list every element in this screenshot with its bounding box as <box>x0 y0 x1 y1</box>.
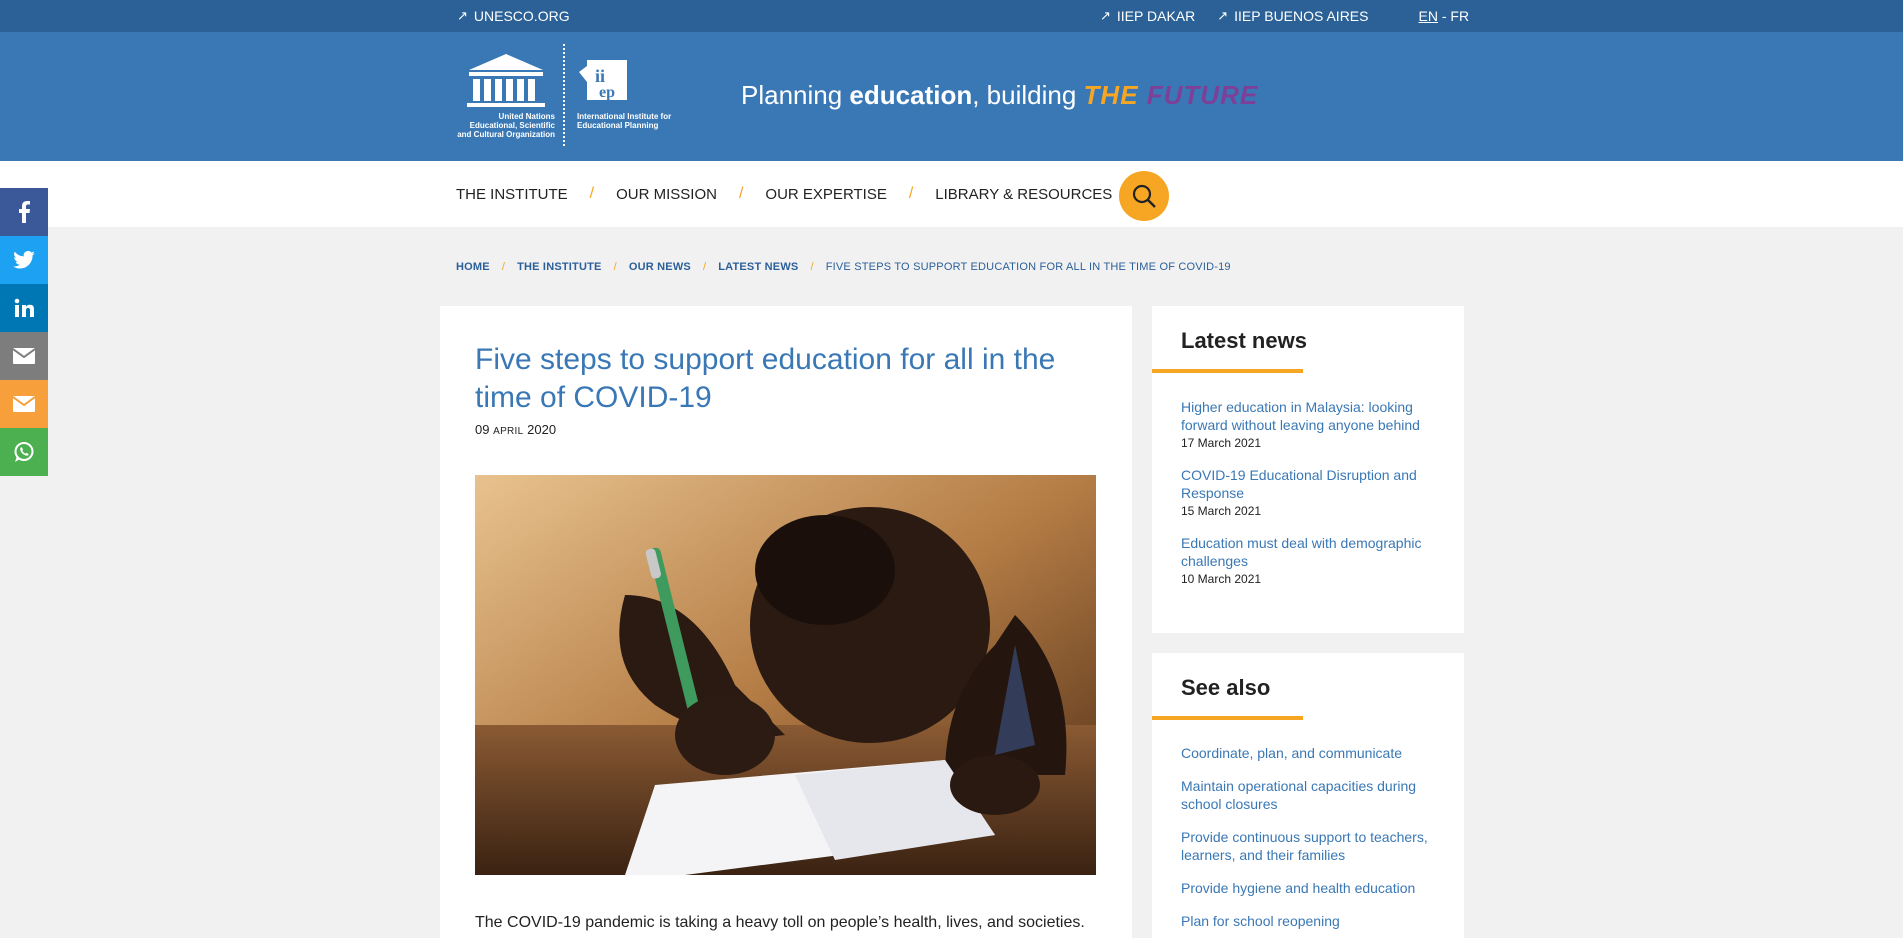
email-icon <box>13 348 35 364</box>
heading-underline <box>1152 369 1303 373</box>
see-also-link[interactable]: Maintain operational capacities during s… <box>1181 777 1446 813</box>
latest-news-link[interactable]: Higher education in Malaysia: looking fo… <box>1181 398 1441 434</box>
see-also-link[interactable]: Coordinate, plan, and communicate <box>1181 744 1446 762</box>
article-title: Five steps to support education for all … <box>475 343 1056 414</box>
nav-separator: / <box>908 185 914 202</box>
iiep-dakar-link[interactable]: ↗ IIEP DAKAR <box>1100 8 1195 24</box>
article-date: 09 APRIL 2020 <box>475 422 556 437</box>
see-also-card: See also Coordinate, plan, and communica… <box>1152 653 1464 938</box>
breadcrumb-separator: / <box>702 261 707 273</box>
twitter-icon <box>13 251 35 269</box>
iiep-caption: International Institute for Educational … <box>577 112 672 130</box>
social-share-sidebar <box>0 188 48 476</box>
nav-separator: / <box>738 185 744 202</box>
twitter-share-button[interactable] <box>0 236 48 284</box>
latest-news-link[interactable]: Education must deal with demographic cha… <box>1181 534 1441 570</box>
facebook-icon <box>19 201 30 223</box>
svg-text:ep: ep <box>599 84 615 101</box>
mail-orange-icon <box>13 396 35 412</box>
nav-item-the-institute[interactable]: THE INSTITUTE <box>456 186 568 203</box>
iiep-dakar-label: IIEP DAKAR <box>1116 8 1196 24</box>
breadcrumb-the-institute[interactable]: THE INSTITUTE <box>517 261 602 273</box>
latest-news-card: Latest news Higher education in Malaysia… <box>1152 306 1464 633</box>
latest-news-date: 10 March 2021 <box>1181 572 1262 586</box>
nav-items: THE INSTITUTE / OUR MISSION / OUR EXPERT… <box>456 185 1112 203</box>
site-tagline: Planning education, building THE FUTURE <box>741 80 1258 111</box>
search-button[interactable] <box>1119 171 1169 221</box>
tagline-future: THE FUTURE <box>1084 80 1259 110</box>
list-item: COVID-19 Educational Disruption and Resp… <box>1181 466 1441 518</box>
nav-separator: / <box>589 185 595 202</box>
latest-news-date: 15 March 2021 <box>1181 504 1262 518</box>
whatsapp-share-button[interactable] <box>0 428 48 476</box>
mail-share-button[interactable] <box>0 380 48 428</box>
linkedin-icon <box>14 298 34 317</box>
top-right-links: ↗ IIEP DAKAR ↗ IIEP BUENOS AIRES EN - FR <box>1100 8 1469 24</box>
article-body: The COVID-19 pandemic is taking a heavy … <box>475 914 1085 931</box>
article-date-month: APRIL <box>493 426 524 437</box>
email-share-button[interactable] <box>0 332 48 380</box>
see-also-link[interactable]: Provide hygiene and health education <box>1181 879 1446 897</box>
svg-text:ii: ii <box>595 66 605 86</box>
nav-item-our-mission[interactable]: OUR MISSION <box>616 186 717 203</box>
lang-separator: - <box>1441 8 1447 24</box>
article-card: Five steps to support education for all … <box>440 306 1132 938</box>
article-date-year: 2020 <box>527 422 557 437</box>
linkedin-share-button[interactable] <box>0 284 48 332</box>
search-icon <box>1132 184 1156 208</box>
latest-news-link[interactable]: COVID-19 Educational Disruption and Resp… <box>1181 466 1441 502</box>
see-also-heading: See also <box>1181 675 1271 700</box>
iiep-buenos-aires-label: IIEP BUENOS AIRES <box>1234 8 1369 24</box>
see-also-link[interactable]: Provide continuous support to teachers, … <box>1181 828 1446 864</box>
lang-en-link[interactable]: EN <box>1419 8 1438 24</box>
main-navigation: THE INSTITUTE / OUR MISSION / OUR EXPERT… <box>0 161 1903 227</box>
breadcrumb-latest-news[interactable]: LATEST NEWS <box>718 261 798 273</box>
facebook-share-button[interactable] <box>0 188 48 236</box>
breadcrumb-home[interactable]: HOME <box>456 261 490 273</box>
girl-writing-illustration <box>475 475 1096 875</box>
unesco-link-label: UNESCO.ORG <box>473 8 570 24</box>
latest-news-heading: Latest news <box>1181 328 1307 353</box>
iiep-buenos-aires-link[interactable]: ↗ IIEP BUENOS AIRES <box>1217 8 1368 24</box>
latest-news-date: 17 March 2021 <box>1181 436 1262 450</box>
logo-divider <box>563 44 565 146</box>
tagline-bold: education <box>849 80 973 110</box>
breadcrumb-separator: / <box>613 261 617 273</box>
nav-item-library-resources[interactable]: LIBRARY & RESOURCES <box>935 186 1112 203</box>
breadcrumb-separator: / <box>810 261 814 273</box>
breadcrumb-separator: / <box>501 261 506 273</box>
tagline-the: THE <box>1083 80 1139 110</box>
unesco-caption: United Nations Educational, Scientific a… <box>457 112 555 139</box>
see-also-link[interactable]: Plan for school reopening <box>1181 912 1446 930</box>
list-item: Higher education in Malaysia: looking fo… <box>1181 398 1441 450</box>
lang-fr-link[interactable]: FR <box>1450 8 1469 24</box>
iiep-logo[interactable]: ii ep <box>577 52 673 152</box>
top-utility-bar: ↗ UNESCO.ORG ↗ IIEP DAKAR ↗ IIEP BUENOS … <box>0 0 1903 32</box>
site-header: United Nations Educational, Scientific a… <box>0 32 1903 161</box>
tagline-pre: Planning <box>741 80 850 110</box>
external-arrow-icon: ↗ <box>1217 8 1229 23</box>
whatsapp-icon <box>14 442 34 462</box>
nav-item-our-expertise[interactable]: OUR EXPERTISE <box>765 186 886 203</box>
external-arrow-icon: ↗ <box>1100 8 1111 23</box>
unesco-link[interactable]: ↗ UNESCO.ORG <box>457 8 570 24</box>
breadcrumb-our-news[interactable]: OUR NEWS <box>629 261 691 273</box>
latest-news-list: Higher education in Malaysia: looking fo… <box>1181 398 1441 602</box>
article-photo <box>475 475 1096 875</box>
external-arrow-icon: ↗ <box>457 8 468 23</box>
heading-underline <box>1152 716 1303 720</box>
breadcrumb: HOME / THE INSTITUTE / OUR NEWS / LATEST… <box>456 261 1231 273</box>
see-also-list: Coordinate, plan, and communicate Mainta… <box>1181 744 1446 938</box>
article-date-day: 09 <box>475 422 490 437</box>
tagline-mid: , building <box>972 80 1084 110</box>
breadcrumb-current: FIVE STEPS TO SUPPORT EDUCATION FOR ALL … <box>825 261 1231 273</box>
list-item: Education must deal with demographic cha… <box>1181 534 1441 586</box>
language-switcher: EN - FR <box>1419 8 1470 24</box>
tagline-future-word: FUTURE <box>1146 80 1259 110</box>
